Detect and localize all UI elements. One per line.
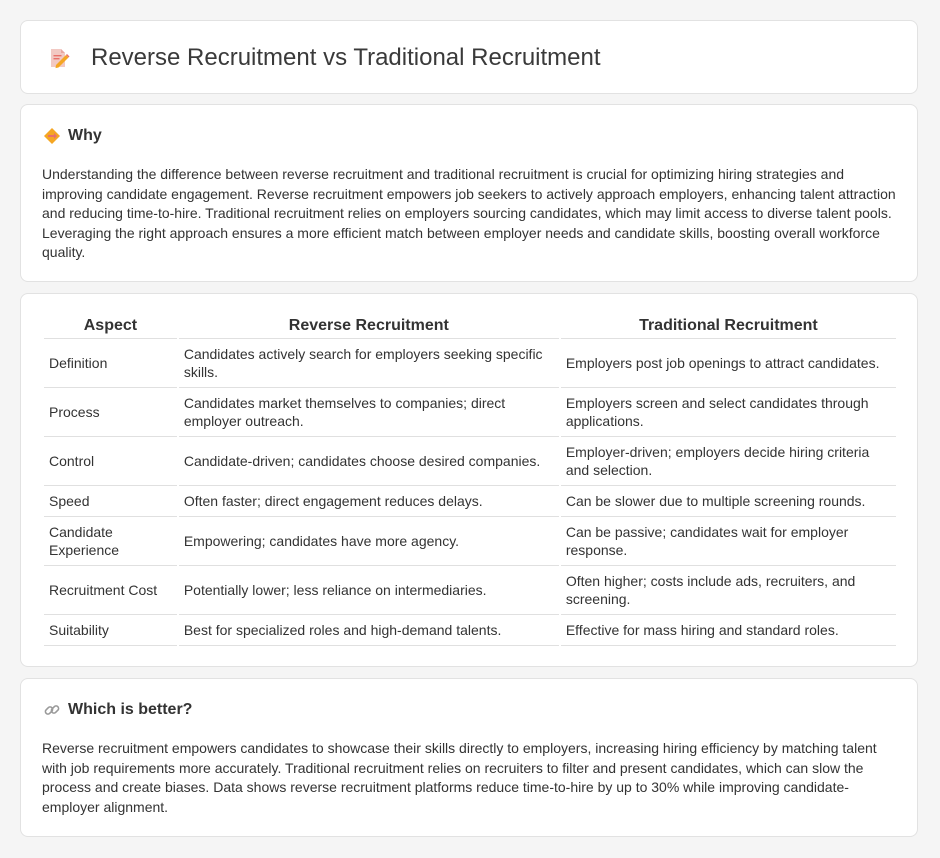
cell-aspect: Process — [44, 388, 177, 437]
cell-traditional: Can be passive; candidates wait for empl… — [560, 517, 896, 566]
comparison-table: Aspect Reverse Recruitment Traditional R… — [42, 316, 898, 646]
table-row: Speed Often faster; direct engagement re… — [44, 486, 896, 517]
cell-traditional: Can be slower due to multiple screening … — [560, 486, 896, 517]
cell-reverse: Potentially lower; less reliance on inte… — [178, 566, 559, 615]
why-section: Why Understanding the difference between… — [20, 104, 918, 282]
cell-aspect: Definition — [44, 339, 177, 388]
title-card: Reverse Recruitment vs Traditional Recru… — [20, 20, 918, 94]
header-aspect: Aspect — [44, 316, 177, 339]
table-row: Suitability Best for specialized roles a… — [44, 615, 896, 646]
table-row: Control Candidate-driven; candidates cho… — [44, 437, 896, 486]
cell-aspect: Recruitment Cost — [44, 566, 177, 615]
table-header-row: Aspect Reverse Recruitment Traditional R… — [44, 316, 896, 339]
cell-reverse: Often faster; direct engagement reduces … — [178, 486, 559, 517]
title-row: Reverse Recruitment vs Traditional Recru… — [47, 41, 601, 75]
document-pencil-icon — [51, 49, 70, 69]
cell-reverse: Best for specialized roles and high-dema… — [178, 615, 559, 646]
cell-traditional: Employers screen and select candidates t… — [560, 388, 896, 437]
why-text: Understanding the difference between rev… — [42, 166, 896, 260]
why-heading: Why — [43, 127, 102, 145]
cell-reverse: Candidates market themselves to companie… — [178, 388, 559, 437]
diamond-warning-icon — [44, 128, 60, 144]
cell-reverse: Candidates actively search for employers… — [178, 339, 559, 388]
cell-aspect: Control — [44, 437, 177, 486]
cell-aspect: Suitability — [44, 615, 177, 646]
cell-traditional: Effective for mass hiring and standard r… — [560, 615, 896, 646]
table-row: Process Candidates market themselves to … — [44, 388, 896, 437]
page-title: Reverse Recruitment vs Traditional Recru… — [91, 44, 601, 71]
header-reverse: Reverse Recruitment — [178, 316, 559, 339]
better-text: Reverse recruitment empowers candidates … — [42, 740, 877, 815]
comparison-section: Aspect Reverse Recruitment Traditional R… — [20, 293, 918, 667]
cell-aspect: Speed — [44, 486, 177, 517]
table-row: Candidate Experience Empowering; candida… — [44, 517, 896, 566]
cell-traditional: Employers post job openings to attract c… — [560, 339, 896, 388]
header-traditional: Traditional Recruitment — [560, 316, 896, 339]
table-row: Definition Candidates actively search fo… — [44, 339, 896, 388]
table-row: Recruitment Cost Potentially lower; less… — [44, 566, 896, 615]
which-is-better-section: Which is better? Reverse recruitment emp… — [20, 678, 918, 837]
cell-reverse: Empowering; candidates have more agency. — [178, 517, 559, 566]
better-title: Which is better? — [68, 701, 193, 718]
cell-traditional: Employer-driven; employers decide hiring… — [560, 437, 896, 486]
better-heading: Which is better? — [43, 701, 192, 719]
cell-aspect: Candidate Experience — [44, 517, 177, 566]
link-icon — [44, 705, 60, 715]
cell-reverse: Candidate-driven; candidates choose desi… — [178, 437, 559, 486]
cell-traditional: Often higher; costs include ads, recruit… — [560, 566, 896, 615]
why-title: Why — [68, 127, 102, 144]
